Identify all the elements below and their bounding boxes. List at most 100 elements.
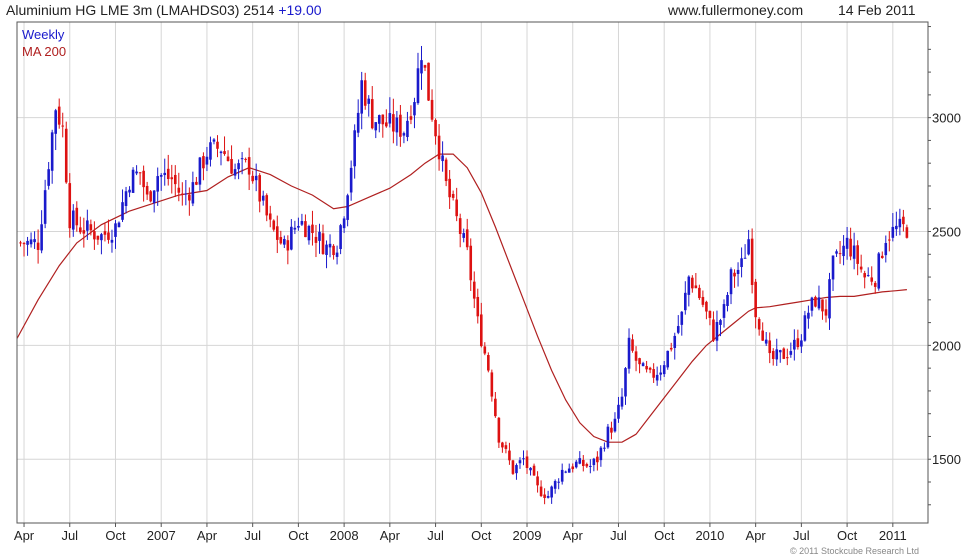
- candle-down-body: [504, 445, 508, 449]
- candle-up-body: [518, 460, 522, 464]
- candle-up-body: [715, 321, 719, 341]
- candle-up-body: [374, 122, 378, 131]
- candle-up-body: [877, 253, 881, 289]
- candle-down-body: [423, 65, 427, 68]
- candle-down-body: [849, 238, 852, 257]
- candle-down-body: [265, 195, 269, 216]
- candle-down-body: [511, 460, 515, 474]
- candle-down-body: [173, 174, 177, 185]
- candle-down-body: [873, 282, 877, 287]
- copyright-footer: © 2011 Stockcube Research Ltd: [790, 546, 920, 556]
- candle-down-body: [79, 227, 82, 233]
- candle-up-body: [613, 418, 617, 432]
- candle-down-body: [786, 357, 789, 359]
- candle-down-body: [539, 486, 543, 497]
- candle-down-body: [370, 99, 374, 129]
- candle-up-body: [342, 218, 346, 229]
- x-tick-label: Apr: [380, 528, 401, 543]
- candle-up-body: [884, 243, 888, 256]
- candle-up-body: [655, 374, 659, 381]
- candle-down-body: [838, 253, 842, 255]
- candle-up-body: [420, 60, 423, 74]
- candle-down-body: [712, 319, 715, 341]
- candle-down-body: [479, 314, 483, 347]
- candle-down-body: [247, 157, 251, 175]
- candle-down-body: [905, 227, 909, 238]
- candle-down-body: [68, 183, 72, 229]
- candle-down-body: [490, 372, 494, 397]
- candle-down-body: [22, 243, 26, 245]
- candle-down-body: [494, 398, 497, 417]
- candle-up-body: [50, 132, 54, 171]
- candle-up-body: [335, 252, 339, 257]
- candle-down-body: [631, 339, 634, 351]
- candle-down-body: [304, 221, 307, 238]
- candle-down-body: [258, 175, 261, 202]
- candle-up-body: [293, 227, 297, 230]
- candle-down-body: [166, 168, 170, 180]
- candle-up-body: [515, 465, 518, 474]
- price-chart: 1500 2000 2500 3000 Apr Jul Oct 2007 Apr Jul Oct 2…: [14, 21, 961, 543]
- candle-up-body: [842, 245, 845, 257]
- candle-down-body: [750, 238, 754, 285]
- x-tick-label: 2009: [513, 528, 542, 543]
- candle-up-body: [817, 297, 821, 309]
- candle-down-body: [483, 346, 487, 354]
- candle-up-body: [40, 224, 43, 251]
- candle-down-body: [36, 242, 40, 250]
- candle-up-body: [599, 447, 603, 461]
- candle-down-body: [859, 266, 863, 270]
- candle-down-body: [223, 151, 226, 155]
- candle-down-body: [244, 158, 247, 160]
- candle-down-body: [61, 125, 65, 127]
- candle-up-body: [367, 98, 371, 104]
- candle-up-body: [574, 461, 578, 468]
- candle-up-body: [86, 220, 89, 231]
- candle-down-body: [652, 369, 655, 378]
- x-tick-label: Oct: [288, 528, 309, 543]
- x-tick-label: 2010: [695, 528, 724, 543]
- candle-down-body: [694, 285, 698, 289]
- candle-up-body: [624, 368, 627, 397]
- x-tick-label: Oct: [105, 528, 126, 543]
- candle-up-body: [416, 68, 420, 104]
- candle-up-body: [567, 468, 571, 473]
- candle-down-body: [311, 224, 314, 234]
- candle-down-body: [451, 193, 455, 198]
- candle-up-body: [564, 471, 568, 473]
- candle-down-body: [610, 427, 613, 433]
- candle-down-body: [434, 119, 437, 137]
- candle-down-body: [796, 338, 800, 348]
- candle-up-body: [339, 225, 342, 250]
- candle-up-body: [800, 340, 803, 347]
- candle-up-body: [26, 240, 29, 245]
- candle-up-body: [898, 218, 902, 228]
- candle-up-body: [831, 255, 835, 280]
- candle-up-body: [793, 339, 796, 350]
- candle-up-body: [775, 349, 779, 360]
- candle-down-body: [824, 309, 828, 316]
- candle-up-body: [135, 171, 138, 174]
- x-axis: Apr Jul Oct 2007 Apr Jul Oct 2008 Apr Jul Oct 2009 A…: [14, 523, 907, 543]
- candle-down-body: [476, 296, 480, 317]
- candle-down-body: [93, 231, 96, 240]
- candle-up-body: [205, 156, 209, 165]
- candle-up-body: [261, 195, 265, 201]
- candle-down-body: [532, 465, 536, 476]
- candle-up-body: [687, 276, 691, 295]
- candle-down-body: [581, 459, 585, 466]
- candle-down-body: [314, 236, 318, 243]
- candle-down-body: [782, 348, 786, 359]
- candle-up-body: [676, 326, 680, 333]
- candle-up-body: [803, 315, 807, 341]
- candle-up-body: [325, 244, 328, 255]
- candle-down-body: [596, 456, 599, 463]
- candle-down-body: [448, 178, 451, 198]
- candle-up-body: [662, 365, 666, 375]
- candle-up-body: [743, 257, 747, 259]
- x-tick-label: 2007: [147, 528, 176, 543]
- candle-up-body: [627, 337, 631, 369]
- candle-up-body: [219, 151, 223, 154]
- x-tick-label: Apr: [197, 528, 218, 543]
- candle-down-body: [638, 358, 641, 365]
